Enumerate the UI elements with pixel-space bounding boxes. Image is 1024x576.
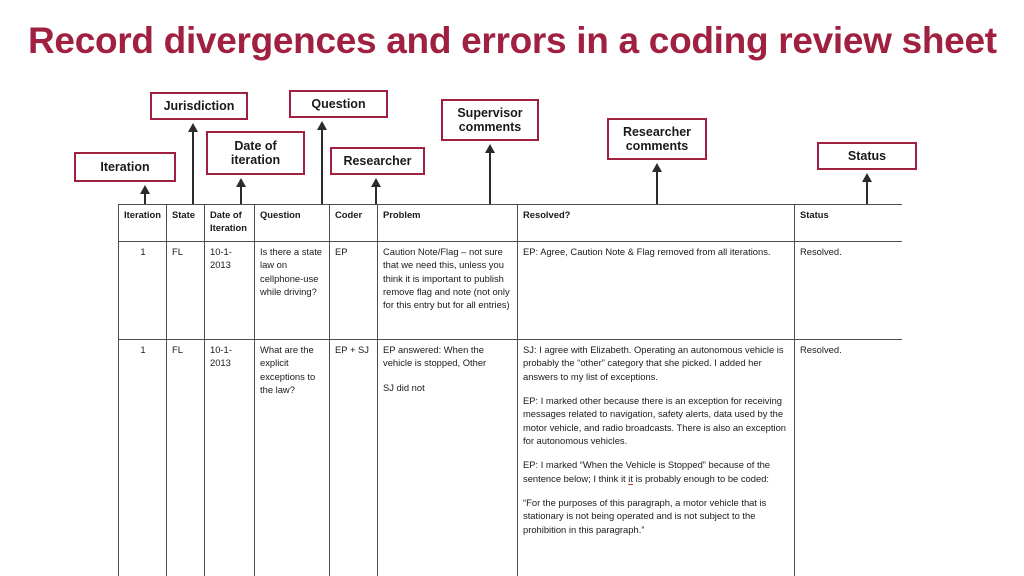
- table-header-row: Iteration State Date of Iteration Questi…: [118, 204, 902, 242]
- arrow-supervisor-comments-icon: [485, 144, 496, 205]
- column-header-date-of-iteration: Date of Iteration: [204, 204, 255, 242]
- cell-state: FL: [166, 241, 205, 340]
- table-row: 1 FL 10-1-2013 Is there a state law on c…: [118, 241, 902, 340]
- column-header-state: State: [166, 204, 205, 242]
- cell-resolved: SJ: I agree with Elizabeth. Operating an…: [517, 339, 795, 576]
- cell-status: Resolved.: [794, 241, 902, 340]
- callout-researcher-comments-label: Researcher comments: [622, 124, 692, 153]
- cell-date: 10-1-2013: [204, 241, 255, 340]
- callout-question-label: Question: [311, 96, 366, 111]
- arrow-status-icon: [862, 173, 873, 205]
- callout-status: Status: [817, 142, 917, 170]
- callout-supervisor-comments: Supervisor comments: [441, 99, 539, 141]
- cell-state: FL: [166, 339, 205, 576]
- callout-researcher-label: Researcher: [343, 153, 412, 168]
- resolved-paragraph: EP: I marked other because there is an e…: [523, 395, 786, 447]
- arrow-researcher-icon: [371, 178, 382, 205]
- review-table: Iteration State Date of Iteration Questi…: [118, 204, 902, 576]
- table-row: 1 FL 10-1-2013 What are the explicit exc…: [118, 339, 902, 576]
- callout-date-of-iteration: Date of iteration: [206, 131, 305, 175]
- column-header-coder: Coder: [329, 204, 378, 242]
- arrow-jurisdiction-icon: [188, 123, 199, 205]
- cell-status: Resolved.: [794, 339, 902, 576]
- cell-coder: EP: [329, 241, 378, 340]
- resolved-paragraph: SJ: I agree with Elizabeth. Operating an…: [523, 344, 784, 382]
- cell-date: 10-1-2013: [204, 339, 255, 576]
- arrow-date-of-iteration-icon: [236, 178, 247, 205]
- problem-paragraph: SJ did not: [383, 381, 425, 393]
- callout-iteration-label: Iteration: [100, 159, 150, 174]
- cell-question: What are the explicit exceptions to the …: [254, 339, 330, 576]
- column-header-question: Question: [254, 204, 330, 242]
- callout-jurisdiction: Jurisdiction: [150, 92, 248, 120]
- coding-review-sheet: Iteration State Date of Iteration Questi…: [118, 204, 902, 576]
- cell-problem: Caution Note/Flag – not sure that we nee…: [377, 241, 518, 340]
- page-title: Record divergences and errors in a codin…: [28, 20, 997, 61]
- cell-iteration: 1: [118, 339, 167, 576]
- arrow-researcher-comments-icon: [652, 163, 663, 205]
- resolved-paragraph: EP: Agree, Caution Note & Flag removed f…: [523, 246, 771, 257]
- column-header-iteration: Iteration: [118, 204, 167, 242]
- callout-researcher-comments: Researcher comments: [607, 118, 707, 160]
- arrow-iteration-icon: [140, 185, 151, 205]
- cell-problem: EP answered: When the vehicle is stopped…: [377, 339, 518, 576]
- cell-question: Is there a state law on cellphone-use wh…: [254, 241, 330, 340]
- callout-date-of-iteration-label: Date of iteration: [230, 138, 281, 167]
- column-header-resolved: Resolved?: [517, 204, 795, 242]
- cell-iteration: 1: [118, 241, 167, 340]
- resolved-paragraph-marked: EP: I marked “When the Vehicle is Stoppe…: [523, 458, 790, 485]
- column-header-problem: Problem: [377, 204, 518, 242]
- callout-status-label: Status: [847, 148, 887, 163]
- callout-researcher: Researcher: [330, 147, 425, 175]
- callout-supervisor-comments-label: Supervisor comments: [457, 105, 523, 134]
- cell-coder: EP + SJ: [329, 339, 378, 576]
- column-header-status: Status: [794, 204, 902, 242]
- resolved-text-suffix: is probably enough to be coded:: [632, 472, 770, 484]
- callout-question: Question: [289, 90, 388, 118]
- callout-jurisdiction-label: Jurisdiction: [163, 98, 235, 113]
- problem-paragraph: EP answered: When the vehicle is stopped…: [383, 344, 487, 369]
- resolved-quote: “For the purposes of this paragraph, a m…: [523, 497, 767, 535]
- cell-resolved: EP: Agree, Caution Note & Flag removed f…: [517, 241, 795, 340]
- callout-iteration: Iteration: [74, 152, 176, 182]
- arrow-question-icon: [317, 121, 328, 205]
